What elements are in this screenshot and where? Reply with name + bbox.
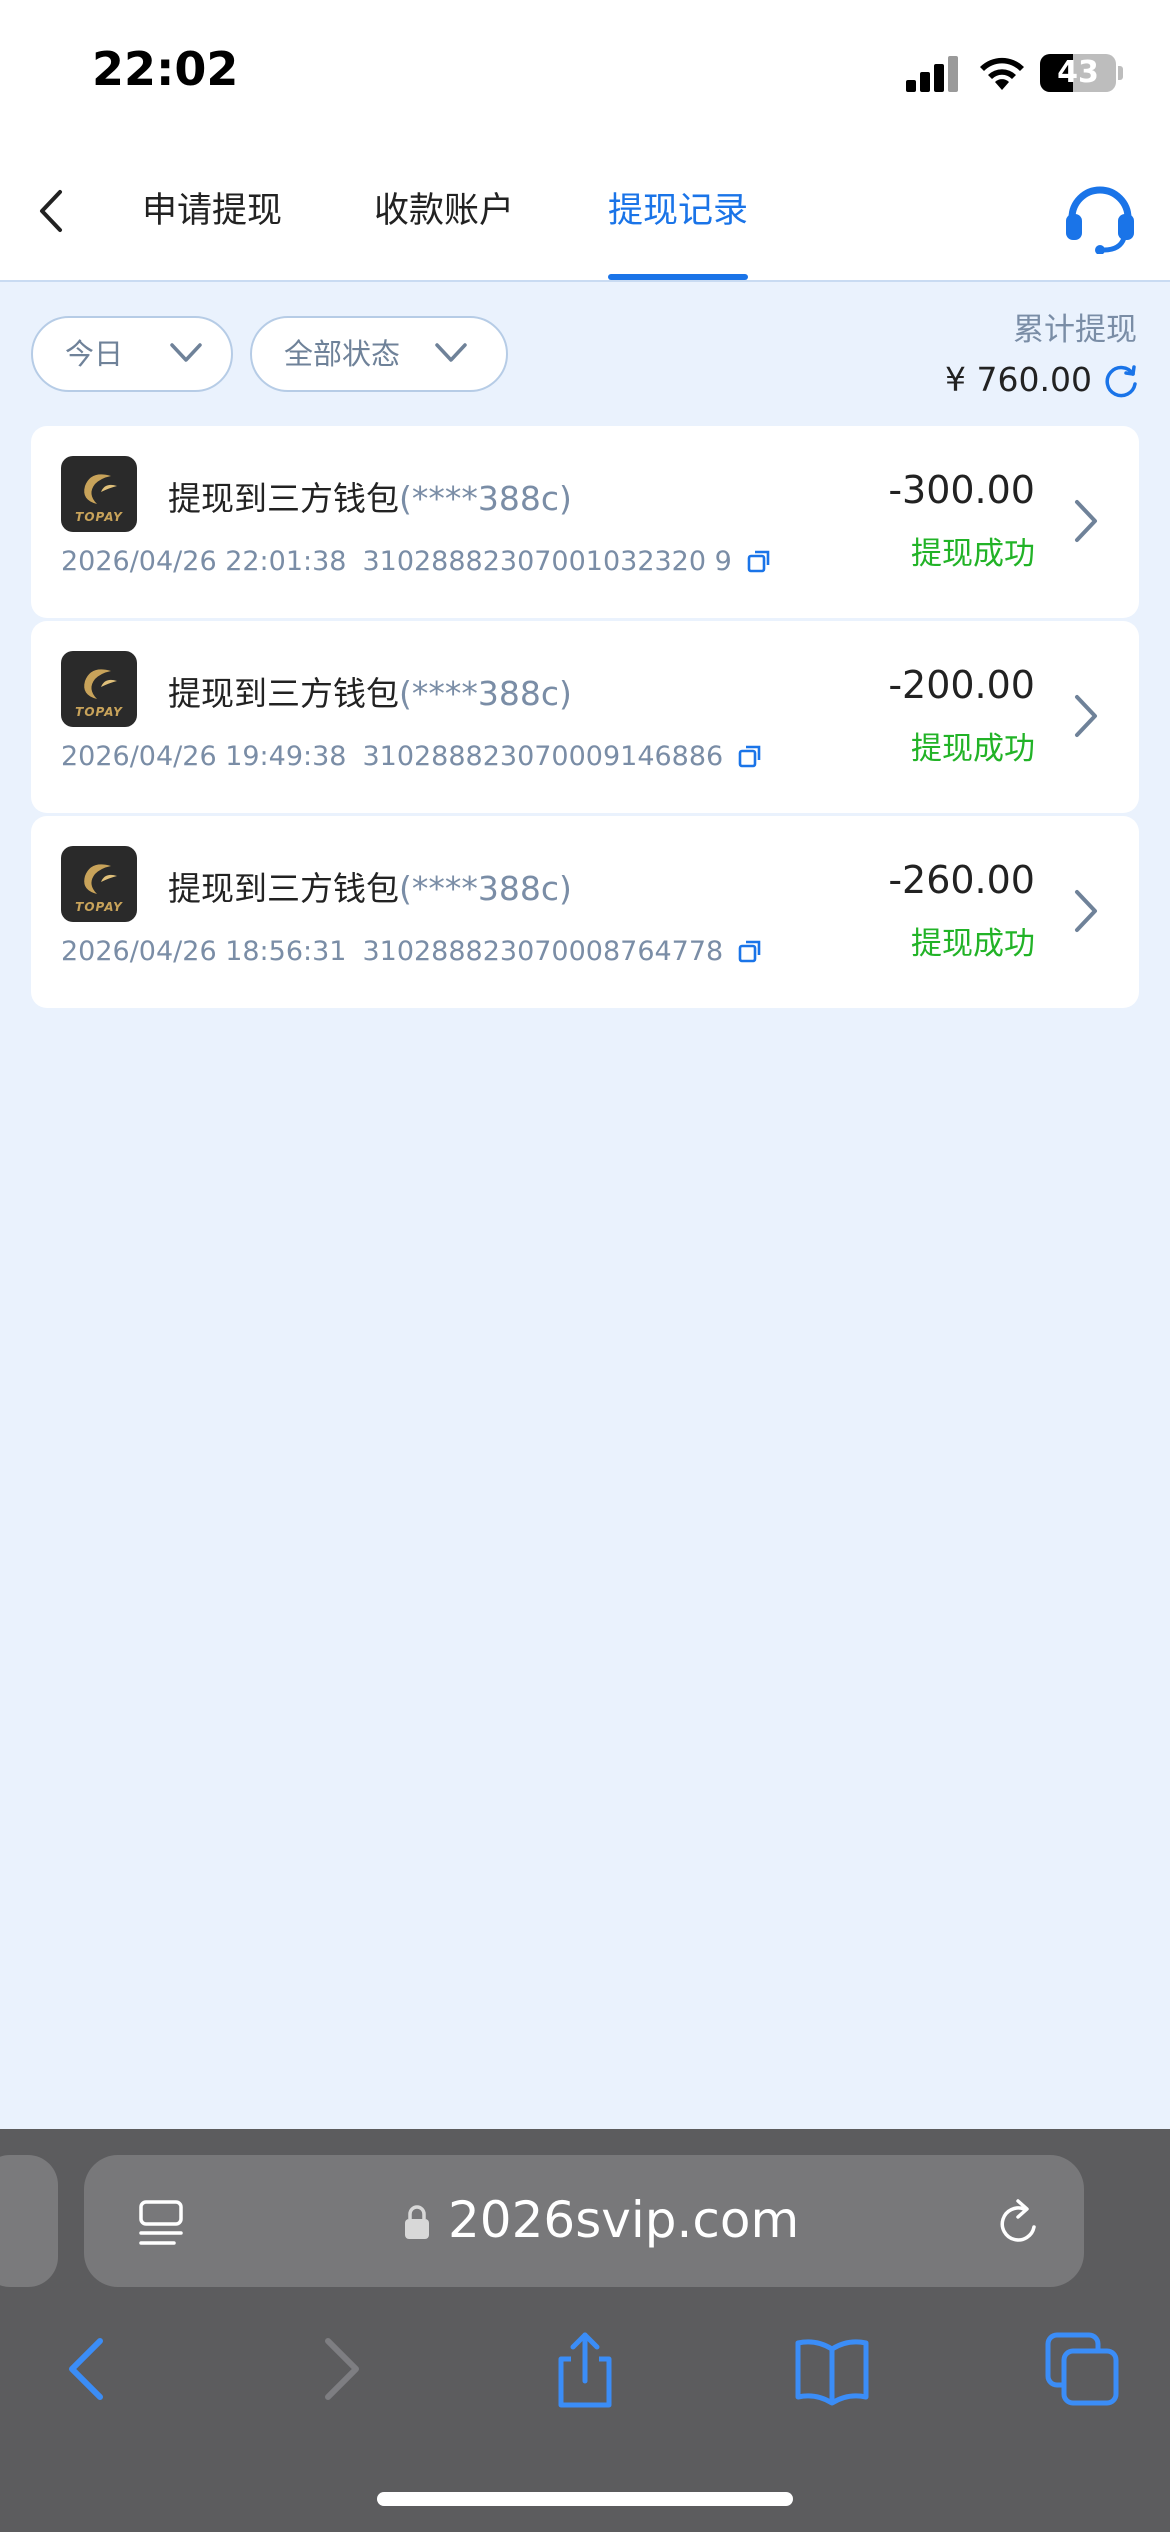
address-url: 2026svip.com [448,2191,800,2249]
chevron-right-icon [1075,500,1097,542]
battery-cap [1118,66,1123,80]
address-bar[interactable]: 2026svip.com [84,2155,1084,2287]
refresh-icon[interactable] [1102,362,1140,400]
tab-label: 提现记录 [608,191,749,231]
record-meta: 2026/04/26 19:49:38 310288823070009146886 [61,741,763,772]
record-title: 提现到三方钱包(****388c) [168,667,572,715]
record-datetime: 2026/04/26 22:01:38 [61,546,347,577]
total-withdrawn-label: 累计提现 [1013,312,1137,348]
withdrawal-record-card[interactable]: TOPAY 提现到三方钱包(****388c) 2026/04/26 19:49… [31,621,1139,813]
tab-label: 收款账户 [374,191,515,231]
lock-icon [405,2205,429,2239]
back-button[interactable] [22,176,82,246]
previous-tab-preview[interactable] [0,2155,58,2287]
tab-label: 申请提现 [142,191,283,231]
status-bar: 22:02 43 [0,0,1170,150]
record-title-text: 提现到三方钱包 [168,674,399,713]
browser-forward-icon[interactable] [300,2329,380,2409]
record-order-id: 31028882307001032320 9 [362,546,732,577]
record-account: (****388c) [399,479,572,518]
status-filter-label: 全部状态 [284,337,401,371]
withdrawal-record-card[interactable]: TOPAY 提现到三方钱包(****388c) 2026/04/26 22:01… [31,426,1139,618]
active-tab-indicator [608,274,749,280]
tabs-icon[interactable] [1042,2329,1122,2409]
customer-service-headset-icon[interactable] [1060,176,1140,254]
cellular-signal-icon [906,56,958,92]
record-datetime: 2026/04/26 18:56:31 [61,936,347,967]
status-filter-dropdown[interactable]: 全部状态 [250,316,508,392]
tab-withdrawal-records[interactable]: 提现记录 [608,182,749,280]
record-title: 提现到三方钱包(****388c) [168,862,572,910]
record-status: 提现成功 [911,536,1035,572]
record-order-id: 310288823070008764778 [362,936,724,967]
chevron-down-icon [170,343,202,362]
copy-icon[interactable] [746,548,772,574]
record-meta: 2026/04/26 18:56:31 310288823070008764778 [61,936,763,967]
copy-icon[interactable] [737,743,763,769]
record-account: (****388c) [399,869,572,908]
date-filter-label: 今日 [65,337,124,371]
bookmarks-icon[interactable] [792,2329,872,2409]
reader-mode-icon[interactable] [136,2197,186,2249]
chevron-right-icon [1075,890,1097,932]
chevron-down-icon [435,343,467,362]
record-order-id: 310288823070009146886 [362,741,724,772]
browser-toolbar: 2026svip.com [0,2129,1170,2532]
copy-icon[interactable] [737,938,763,964]
reload-icon[interactable] [994,2197,1044,2249]
record-datetime: 2026/04/26 19:49:38 [61,741,347,772]
record-status: 提现成功 [911,926,1035,962]
battery-icon: 43 [1040,54,1116,92]
record-amount: -260.00 [888,858,1035,902]
record-amount: -200.00 [888,663,1035,707]
wallet-logo-text: TOPAY [75,705,123,719]
date-filter-dropdown[interactable]: 今日 [31,316,233,392]
record-account: (****388c) [399,674,572,713]
record-title: 提现到三方钱包(****388c) [168,472,572,520]
share-icon[interactable] [545,2329,625,2409]
record-title-text: 提现到三方钱包 [168,479,399,518]
topay-wallet-logo: TOPAY [61,846,137,922]
record-amount: -300.00 [888,468,1035,512]
status-time: 22:02 [92,42,239,96]
chevron-right-icon [1075,695,1097,737]
wallet-logo-text: TOPAY [75,900,123,914]
battery-level: 43 [1057,55,1099,90]
withdrawal-record-card[interactable]: TOPAY 提现到三方钱包(****388c) 2026/04/26 18:56… [31,816,1139,1008]
home-indicator [377,2492,793,2506]
record-title-text: 提现到三方钱包 [168,869,399,908]
record-meta: 2026/04/26 22:01:38 31028882307001032320 … [61,546,772,577]
record-status: 提现成功 [911,731,1035,767]
topay-wallet-logo: TOPAY [61,456,137,532]
browser-back-icon[interactable] [48,2329,128,2409]
tab-receiving-accounts[interactable]: 收款账户 [374,182,514,280]
wallet-logo-text: TOPAY [75,510,123,524]
nav-header: 申请提现 收款账户 提现记录 [0,150,1170,282]
total-withdrawn-amount: ¥ 760.00 [945,360,1092,399]
topay-wallet-logo: TOPAY [61,651,137,727]
tab-apply-withdrawal[interactable]: 申请提现 [142,182,282,280]
wifi-icon [980,57,1024,90]
